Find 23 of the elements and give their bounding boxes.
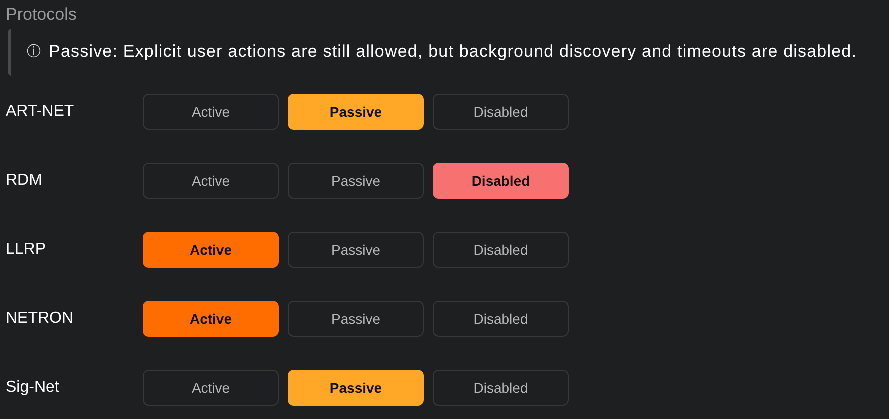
section-title: Protocols bbox=[6, 4, 78, 26]
mode-option[interactable]: Active bbox=[143, 232, 279, 268]
mode-option[interactable]: Passive bbox=[288, 163, 424, 199]
mode-option[interactable]: Disabled bbox=[433, 301, 569, 337]
mode-option[interactable]: Active bbox=[143, 370, 279, 406]
mode-option[interactable]: Passive bbox=[288, 94, 424, 130]
protocol-name: Sig-Net bbox=[6, 379, 60, 397]
mode-option[interactable]: Active bbox=[143, 163, 279, 199]
mode-option[interactable]: Active bbox=[143, 94, 279, 130]
mode-option[interactable]: Disabled bbox=[433, 163, 569, 199]
mode-option[interactable]: Disabled bbox=[433, 370, 569, 406]
mode-option[interactable]: Active bbox=[143, 301, 279, 337]
protocol-name: RDM bbox=[6, 172, 44, 190]
mode-option[interactable]: Disabled bbox=[433, 94, 569, 130]
protocol-name: NETRON bbox=[6, 310, 75, 328]
protocol-name: LLRP bbox=[6, 241, 48, 259]
protocol-name: ART-NET bbox=[6, 103, 76, 121]
mode-option[interactable]: Passive bbox=[288, 370, 424, 406]
callout-text: Passive: Explicit user actions are still allowed, but background discovery and timeouts are disabled. bbox=[49, 42, 858, 62]
info-icon: ⓘ bbox=[27, 43, 41, 61]
mode-option[interactable]: Disabled bbox=[433, 232, 569, 268]
mode-option[interactable]: Passive bbox=[288, 301, 424, 337]
mode-option[interactable]: Passive bbox=[288, 232, 424, 268]
